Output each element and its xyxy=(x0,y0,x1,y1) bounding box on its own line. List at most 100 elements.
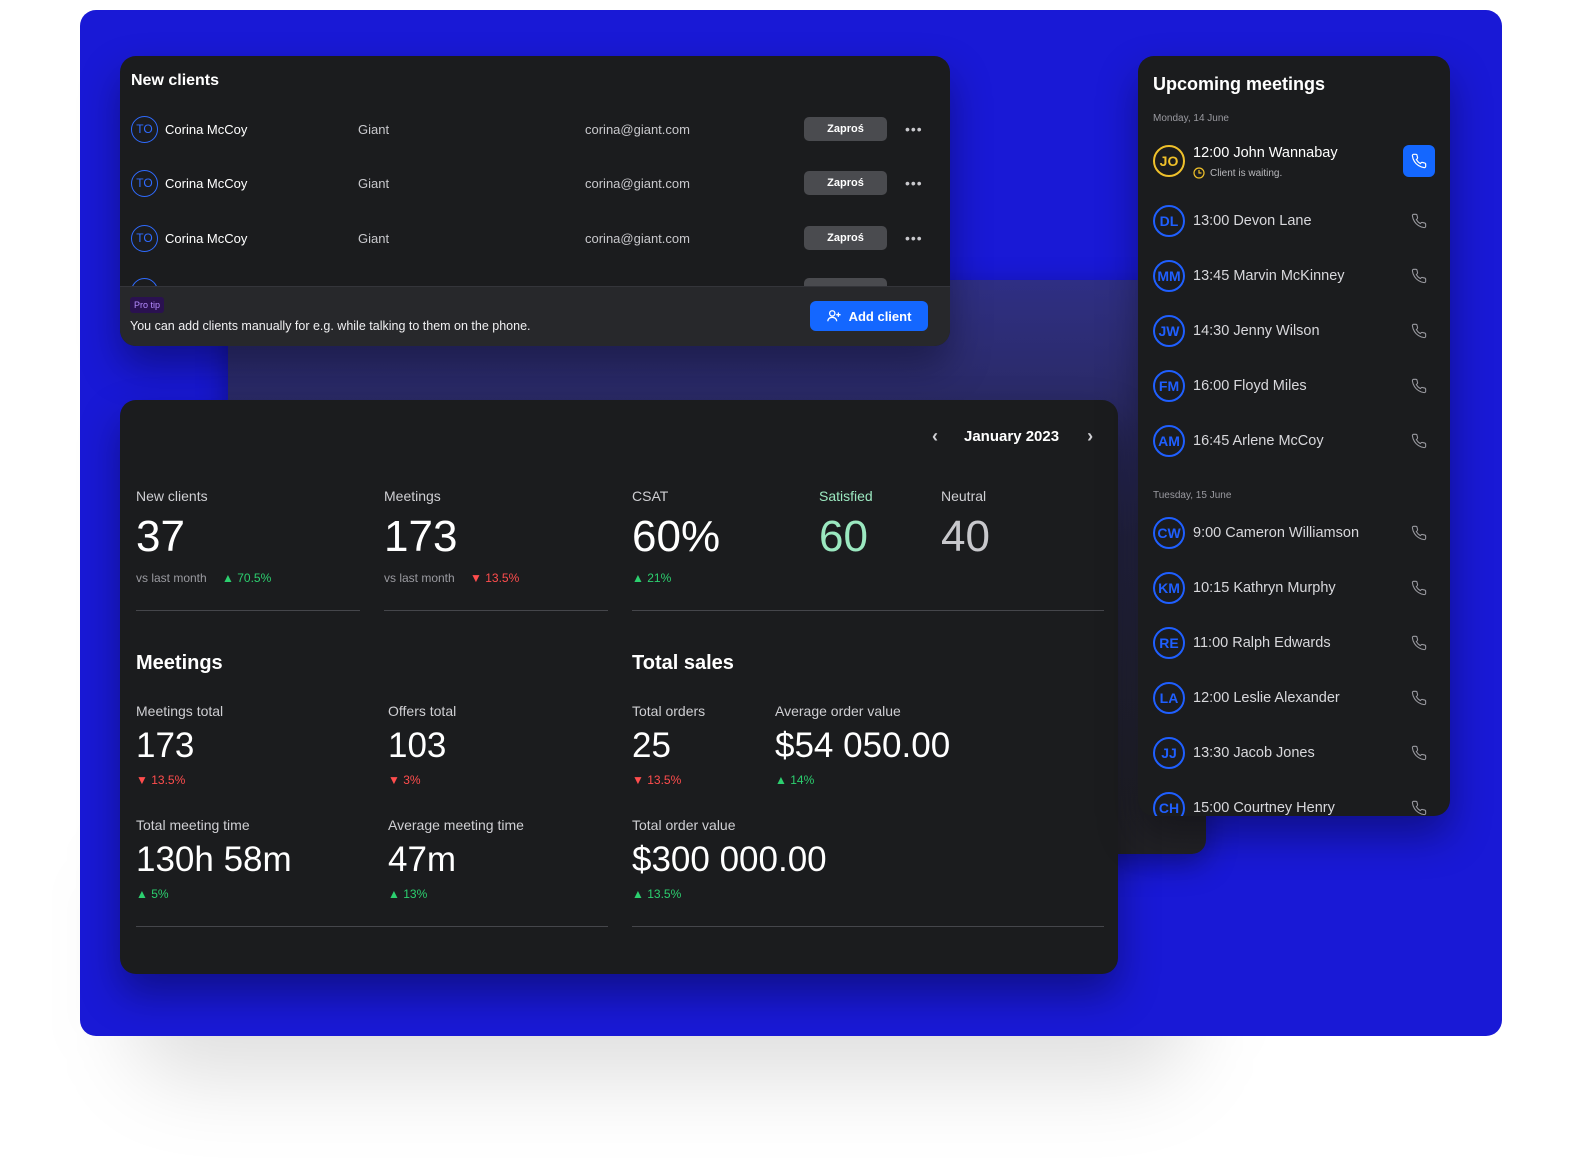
meetings-label: Meetings xyxy=(384,488,441,504)
pro-tip-bar: Pro tip You can add clients manually for… xyxy=(120,286,950,346)
meeting-title: 14:30 Jenny Wilson xyxy=(1193,323,1320,339)
phone-icon xyxy=(1411,525,1427,541)
total-order-value-value: $300 000.00 xyxy=(632,840,827,879)
meeting-row[interactable]: JW 14:30 Jenny Wilson xyxy=(1153,315,1435,349)
meeting-title: 16:00 Floyd Miles xyxy=(1193,378,1307,394)
upcoming-meetings-title: Upcoming meetings xyxy=(1153,74,1326,94)
meetings-total-delta: ▼ 13.5% xyxy=(136,773,186,787)
meeting-row[interactable]: JO 12:00 John Wannabay Client is waiting… xyxy=(1153,145,1435,179)
pro-tip-badge: Pro tip xyxy=(130,297,165,313)
invite-button[interactable]: Zaproś xyxy=(804,226,887,250)
new-clients-label: New clients xyxy=(136,488,208,504)
meeting-title: 12:00 Leslie Alexander xyxy=(1193,690,1340,706)
call-button[interactable] xyxy=(1403,572,1435,604)
phone-icon xyxy=(1411,323,1427,339)
phone-icon xyxy=(1411,745,1427,761)
client-row[interactable]: TO Corina McCoy Giant corina@giant.com Z… xyxy=(131,224,939,252)
phone-icon xyxy=(1411,800,1427,816)
client-email: corina@giant.com xyxy=(585,230,690,246)
client-avatar: TO xyxy=(131,169,158,197)
pro-tip-text: You can add clients manually for e.g. wh… xyxy=(130,319,531,333)
date-label: Monday, 14 June xyxy=(1153,113,1229,124)
delta-value: 13.5% xyxy=(647,773,682,787)
meeting-row[interactable]: CW 9:00 Cameron Williamson xyxy=(1153,517,1435,551)
client-name: Corina McCoy xyxy=(165,230,248,246)
meeting-row[interactable]: KM 10:15 Kathryn Murphy xyxy=(1153,572,1435,606)
call-button[interactable] xyxy=(1403,370,1435,402)
total-meeting-time-value: 130h 58m xyxy=(136,840,292,879)
month-navigator: ‹ January 2023 › xyxy=(932,426,1093,447)
total-order-value-delta: ▲ 13.5% xyxy=(632,887,682,901)
client-row[interactable]: TO Corina McCoy Giant corina@giant.com Z… xyxy=(131,169,939,197)
chevron-right-icon[interactable]: › xyxy=(1087,426,1093,447)
average-meeting-time-delta: ▲ 13% xyxy=(388,887,428,901)
client-name: Corina McCoy xyxy=(165,175,248,191)
call-button[interactable] xyxy=(1403,682,1435,714)
phone-icon xyxy=(1411,213,1427,229)
avatar: MM xyxy=(1153,260,1185,292)
csat-delta: ▲ 21% xyxy=(632,571,672,585)
delta-value: 21% xyxy=(647,571,672,585)
add-user-icon xyxy=(826,310,841,322)
meeting-row[interactable]: DL 13:00 Devon Lane xyxy=(1153,205,1435,239)
meetings-delta: ▼ 13.5% xyxy=(470,571,520,585)
call-button[interactable] xyxy=(1403,792,1435,816)
delta-value: 13.5% xyxy=(485,571,520,585)
average-order-value-label: Average order value xyxy=(775,703,901,719)
client-company: Giant xyxy=(358,121,390,137)
invite-button[interactable]: Zaproś xyxy=(804,117,887,141)
more-horizontal-icon[interactable]: ••• xyxy=(905,121,923,137)
meeting-title: 13:30 Jacob Jones xyxy=(1193,745,1315,761)
meeting-row[interactable]: FM 16:00 Floyd Miles xyxy=(1153,370,1435,404)
more-horizontal-icon[interactable]: ••• xyxy=(905,175,923,191)
meetings-total-value: 173 xyxy=(136,726,195,765)
average-order-value-delta: ▲ 14% xyxy=(775,773,815,787)
meeting-row[interactable]: LA 12:00 Leslie Alexander xyxy=(1153,682,1435,716)
meeting-row[interactable]: RE 11:00 Ralph Edwards xyxy=(1153,627,1435,661)
chevron-left-icon[interactable]: ‹ xyxy=(932,426,938,447)
call-button[interactable] xyxy=(1403,425,1435,457)
add-client-button[interactable]: Add client xyxy=(810,301,928,331)
meeting-title: 13:00 Devon Lane xyxy=(1193,213,1312,229)
avatar: JJ xyxy=(1153,737,1185,769)
meeting-row[interactable]: AM 16:45 Arlene McCoy xyxy=(1153,425,1435,459)
phone-icon xyxy=(1411,690,1427,706)
meeting-title: 13:45 Marvin McKinney xyxy=(1193,268,1345,284)
total-orders-delta: ▼ 13.5% xyxy=(632,773,682,787)
client-avatar: TO xyxy=(131,115,158,143)
average-meeting-time-label: Average meeting time xyxy=(388,817,524,833)
client-row[interactable]: TO Corina McCoy Giant corina@giant.com Z… xyxy=(131,115,939,143)
meeting-title: 12:00 John Wannabay xyxy=(1193,145,1338,161)
meeting-row[interactable]: MM 13:45 Marvin McKinney xyxy=(1153,260,1435,294)
phone-icon xyxy=(1411,580,1427,596)
delta-value: 5% xyxy=(151,887,169,901)
waiting-text: Client is waiting. xyxy=(1210,167,1283,179)
avatar: CH xyxy=(1153,792,1185,816)
avatar: JO xyxy=(1153,145,1185,177)
average-order-value-value: $54 050.00 xyxy=(775,726,951,765)
meetings-value: 173 xyxy=(384,512,458,561)
call-button[interactable] xyxy=(1403,315,1435,347)
call-button[interactable] xyxy=(1403,627,1435,659)
new-clients-delta: ▲ 70.5% xyxy=(222,571,272,585)
call-button[interactable] xyxy=(1403,205,1435,237)
call-button[interactable] xyxy=(1403,260,1435,292)
meeting-title: 9:00 Cameron Williamson xyxy=(1193,525,1360,541)
clock-icon xyxy=(1193,167,1205,179)
meeting-row[interactable]: JJ 13:30 Jacob Jones xyxy=(1153,737,1435,771)
delta-value: 13.5% xyxy=(151,773,186,787)
avatar: CW xyxy=(1153,517,1185,549)
meeting-row[interactable]: CH 15:00 Courtney Henry xyxy=(1153,792,1435,816)
more-horizontal-icon[interactable]: ••• xyxy=(905,230,923,246)
offers-total-label: Offers total xyxy=(388,703,457,719)
total-orders-value: 25 xyxy=(632,726,671,765)
call-button[interactable] xyxy=(1403,737,1435,769)
meeting-title: 15:00 Courtney Henry xyxy=(1193,800,1335,816)
client-company: Giant xyxy=(358,175,390,191)
call-button[interactable] xyxy=(1403,145,1435,177)
neutral-label: Neutral xyxy=(941,488,987,504)
invite-button[interactable]: Zaproś xyxy=(804,171,887,195)
call-button[interactable] xyxy=(1403,517,1435,549)
new-clients-value: 37 xyxy=(136,512,185,561)
phone-icon xyxy=(1411,268,1427,284)
